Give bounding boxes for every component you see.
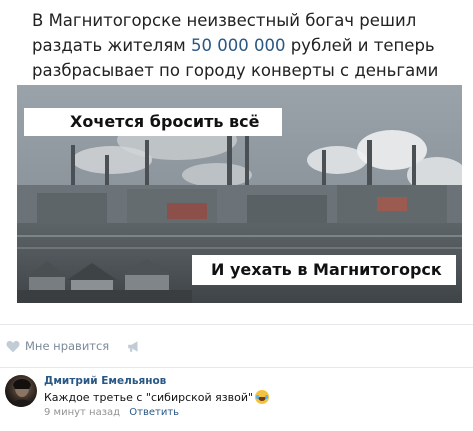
reply-button[interactable]: Ответить: [129, 407, 179, 418]
divider: [0, 324, 473, 325]
divider: [0, 367, 473, 368]
caption-bottom: И уехать в Магнитогорск: [192, 255, 456, 285]
avatar[interactable]: [5, 375, 37, 407]
megaphone-icon[interactable]: [127, 340, 141, 353]
caption-top: Хочется бросить всё: [24, 108, 282, 136]
comment-meta: 9 минут назад Ответить: [44, 407, 179, 418]
like-button[interactable]: Мне нравится: [25, 339, 109, 353]
post-text: В Магнитогорске неизвестный богач решил …: [32, 8, 452, 83]
post-amount: 50 000 000: [190, 36, 286, 55]
post-photo[interactable]: Хочется бросить всё И уехать в Магнитого…: [17, 85, 462, 303]
comment-author[interactable]: Дмитрий Емельянов: [44, 375, 166, 387]
like-row: Мне нравится: [6, 338, 141, 354]
comment-time[interactable]: 9 минут назад: [44, 407, 120, 418]
comment: Дмитрий Емельянов Каждое третье с "сибир…: [5, 375, 465, 425]
laughing-emoji-icon: [255, 390, 270, 404]
comment-text: Каждое третье с "сибирской язвой": [44, 390, 254, 404]
heart-icon[interactable]: [6, 340, 20, 353]
comment-text-row: Каждое третье с "сибирской язвой": [44, 390, 270, 404]
avatar-portrait: [11, 379, 33, 407]
